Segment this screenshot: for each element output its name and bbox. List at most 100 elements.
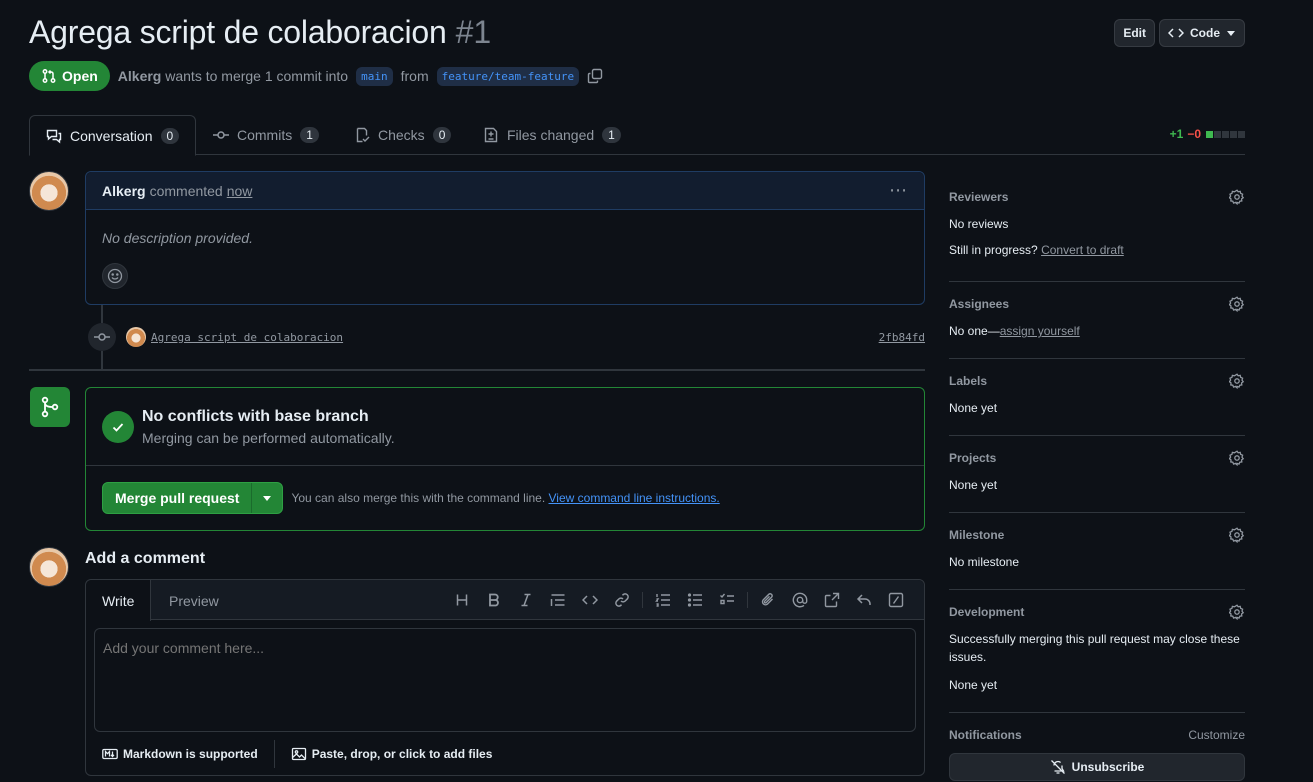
- code-icon[interactable]: [574, 584, 606, 616]
- milestone-title[interactable]: Milestone: [949, 528, 1004, 542]
- markdown-supported-label[interactable]: Markdown is supported: [123, 747, 258, 761]
- gear-icon[interactable]: [1229, 296, 1245, 312]
- tasklist-icon[interactable]: [711, 584, 743, 616]
- caret-down-icon: [263, 496, 272, 501]
- tab-checks-label: Checks: [378, 127, 425, 143]
- head-branch[interactable]: feature/team-feature: [436, 66, 580, 86]
- diffstat-square: [1214, 130, 1221, 138]
- status-badge: Open: [29, 61, 110, 91]
- code-button[interactable]: Code: [1159, 19, 1245, 47]
- commit-icon: [213, 127, 229, 143]
- sidebar-labels: Labels None yet: [949, 359, 1245, 436]
- merge-text: wants to merge 1 commit into: [165, 68, 349, 84]
- diffstat: +1 −0: [1170, 127, 1245, 141]
- diffstat-additions: +1: [1169, 127, 1184, 141]
- toolbar-divider: [747, 592, 748, 608]
- merge-actions: Merge pull request You can also merge th…: [86, 466, 924, 530]
- milestone-value: No milestone: [949, 555, 1020, 569]
- convert-to-draft-link[interactable]: Convert to draft: [1041, 243, 1124, 257]
- development-title[interactable]: Development: [949, 605, 1024, 619]
- sidebar-notifications: Notifications Customize Unsubscribe: [949, 713, 1245, 782]
- assignees-title[interactable]: Assignees: [949, 297, 1009, 311]
- tab-preview[interactable]: Preview: [153, 580, 235, 621]
- tab-commits[interactable]: Commits 1: [197, 115, 335, 155]
- comment-body: No description provided.: [102, 230, 253, 246]
- ordered-list-icon[interactable]: [647, 584, 679, 616]
- checklist-icon: [354, 127, 370, 143]
- image-icon: [291, 746, 307, 762]
- edit-button[interactable]: Edit: [1114, 19, 1155, 47]
- diffstat-bar: [1205, 130, 1245, 138]
- pr-meta-row: Open Alkerg wants to merge 1 commit into…: [29, 61, 603, 91]
- diffstat-square: [1238, 130, 1245, 138]
- tab-checks-count: 0: [432, 127, 452, 143]
- commit-message[interactable]: Agrega script de colaboracion: [151, 331, 343, 344]
- tab-write[interactable]: Write: [86, 580, 152, 621]
- sidebar-development: Development Successfully merging this pu…: [949, 590, 1245, 713]
- gear-icon[interactable]: [1229, 450, 1245, 466]
- assign-yourself-link[interactable]: assign yourself: [1000, 324, 1080, 338]
- comment-action: commented: [149, 182, 223, 199]
- comment-editor: Write Preview Markdown is supported: [85, 579, 925, 776]
- markdown-toolbar: [446, 580, 912, 620]
- timeline-divider: [29, 369, 925, 371]
- avatar[interactable]: [29, 547, 69, 587]
- customize-link[interactable]: Customize: [1188, 728, 1245, 742]
- diffstat-square: [1222, 130, 1229, 138]
- merge-subtitle: Merging can be performed automatically.: [142, 429, 395, 446]
- labels-title[interactable]: Labels: [949, 374, 987, 388]
- gear-icon[interactable]: [1229, 373, 1245, 389]
- commit-author-avatar[interactable]: [126, 327, 146, 347]
- mention-icon[interactable]: [784, 584, 816, 616]
- heading-icon[interactable]: [446, 584, 478, 616]
- smiley-icon[interactable]: [102, 263, 128, 289]
- tab-files-changed-label: Files changed: [507, 127, 595, 143]
- footer-divider: [273, 740, 275, 768]
- cross-reference-icon[interactable]: [816, 584, 848, 616]
- gear-icon[interactable]: [1229, 189, 1245, 205]
- editor-footer: Markdown is supported Paste, drop, or cl…: [102, 740, 492, 768]
- merge-options-button[interactable]: [252, 483, 282, 513]
- reviewers-title[interactable]: Reviewers: [949, 190, 1008, 204]
- development-description: Successfully merging this pull request m…: [949, 632, 1240, 664]
- tab-checks[interactable]: Checks 0: [338, 115, 467, 155]
- comment-header: Alkerg commented now ⋯: [86, 172, 924, 210]
- paperclip-icon[interactable]: [752, 584, 784, 616]
- projects-title[interactable]: Projects: [949, 451, 996, 465]
- italic-icon[interactable]: [510, 584, 542, 616]
- notifications-title: Notifications: [949, 728, 1022, 742]
- bold-icon[interactable]: [478, 584, 510, 616]
- tab-conversation[interactable]: Conversation 0: [29, 115, 197, 156]
- sidebar-assignees: Assignees No one—assign yourself: [949, 282, 1245, 359]
- pr-number: #1: [455, 14, 492, 50]
- pr-author[interactable]: Alkerg: [118, 68, 162, 84]
- add-files-label[interactable]: Paste, drop, or click to add files: [312, 747, 493, 761]
- comment-author[interactable]: Alkerg: [102, 183, 146, 199]
- merge-pull-request-button[interactable]: Merge pull request: [103, 483, 253, 513]
- copy-icon[interactable]: [587, 68, 603, 84]
- kebab-horizontal-icon[interactable]: ⋯: [889, 180, 908, 201]
- commit-sha[interactable]: 2fb84fd: [879, 331, 925, 344]
- base-branch[interactable]: main: [356, 66, 393, 86]
- tab-commits-count: 1: [300, 127, 319, 143]
- slash-command-icon[interactable]: [880, 584, 912, 616]
- status-label: Open: [62, 68, 98, 84]
- quote-icon[interactable]: [542, 584, 574, 616]
- avatar[interactable]: [29, 171, 69, 211]
- link-icon[interactable]: [606, 584, 638, 616]
- timeline-line: [101, 351, 103, 369]
- merge-title: No conflicts with base branch: [142, 407, 369, 425]
- unordered-list-icon[interactable]: [679, 584, 711, 616]
- projects-value: None yet: [949, 478, 998, 492]
- tab-files-changed[interactable]: Files changed 1: [467, 115, 637, 155]
- gear-icon[interactable]: [1229, 604, 1245, 620]
- diffstat-square: [1230, 130, 1237, 138]
- comment-time[interactable]: now: [227, 183, 253, 199]
- unsubscribe-button[interactable]: Unsubscribe: [949, 753, 1245, 781]
- gear-icon[interactable]: [1229, 527, 1245, 543]
- bell-slash-icon: [1050, 759, 1066, 775]
- pr-tabs: Conversation 0 Commits 1 Checks 0 Files …: [29, 115, 1245, 156]
- comment-input[interactable]: [94, 628, 916, 732]
- reply-icon[interactable]: [848, 584, 880, 616]
- command-line-instructions-link[interactable]: View command line instructions.: [549, 491, 720, 505]
